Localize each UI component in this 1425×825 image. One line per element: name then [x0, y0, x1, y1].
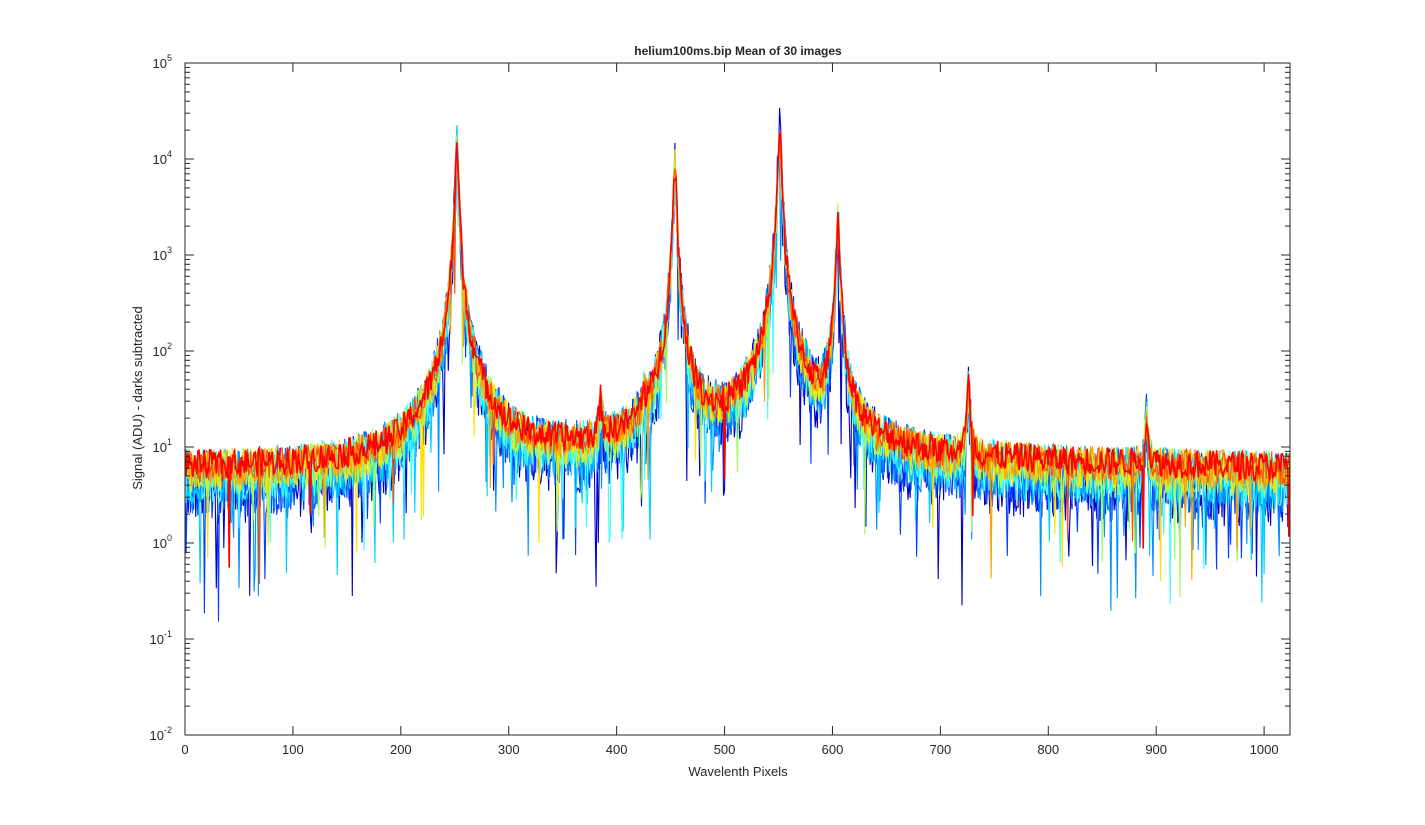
- x-tick-label: 600: [822, 742, 844, 757]
- x-tick-label: 900: [1145, 742, 1167, 757]
- x-tick-label: 800: [1037, 742, 1059, 757]
- y-tick-label: 104: [153, 149, 172, 167]
- y-tick-label: 103: [153, 245, 172, 263]
- x-tick-label: 300: [498, 742, 520, 757]
- x-tick-label: 0: [181, 742, 188, 757]
- chart-title: helium100ms.bip Mean of 30 images: [634, 44, 842, 58]
- x-tick-label: 100: [282, 742, 304, 757]
- y-tick-label: 101: [153, 437, 172, 455]
- chart-figure: 0 100 200 300 400 500 600 700 800 900 1000 10-2 10-…: [130, 44, 1291, 779]
- x-tick-label: 700: [930, 742, 952, 757]
- x-tick-label: 400: [606, 742, 628, 757]
- series-layer: [185, 107, 1290, 622]
- x-tick-label: 200: [390, 742, 412, 757]
- y-tick-label: 102: [153, 341, 172, 359]
- y-tick-label: 105: [153, 53, 172, 71]
- x-axis-label: Wavelenth Pixels: [688, 764, 788, 779]
- x-tick-label: 500: [714, 742, 736, 757]
- y-axis-label: Signal (ADU) - darks subtracted: [130, 306, 145, 490]
- y-tick-label: 10-1: [150, 629, 172, 647]
- y-tick-label: 100: [153, 533, 172, 551]
- y-tick-label: 10-2: [150, 725, 172, 743]
- series-line: [185, 126, 1290, 611]
- x-tick-label: 1000: [1250, 742, 1279, 757]
